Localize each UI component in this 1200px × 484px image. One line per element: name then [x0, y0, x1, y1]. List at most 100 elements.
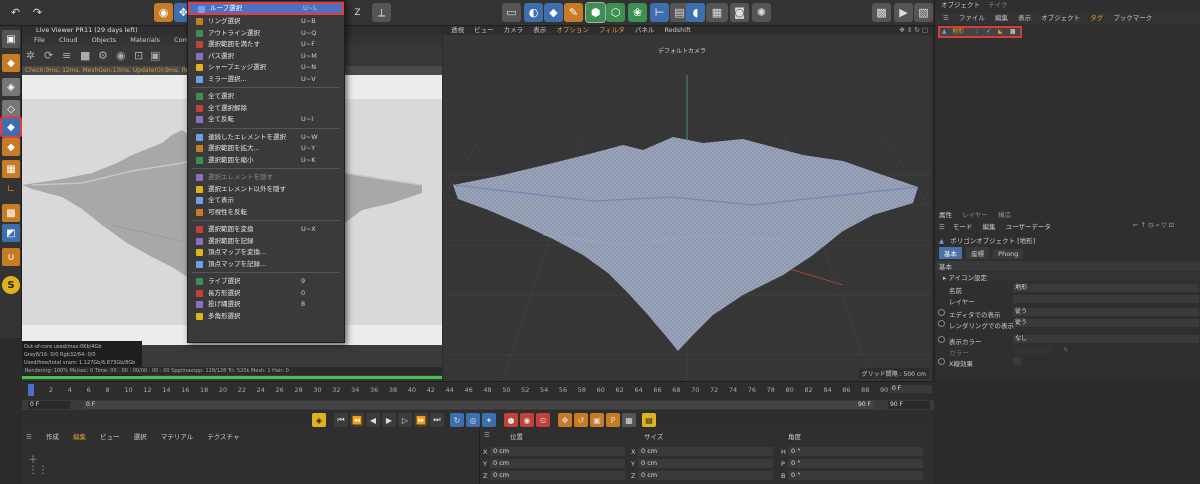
prev-frame-icon[interactable]: ◀ [366, 413, 380, 427]
auto-key-icon[interactable]: ◉ [520, 413, 534, 427]
menu-item[interactable]: ループ選択 U~L [188, 2, 344, 15]
pla-key-icon[interactable]: ▦ [622, 413, 636, 427]
om-menu-tag[interactable]: タグ [1090, 14, 1103, 22]
start-frame-field[interactable]: 0 F [28, 401, 70, 409]
menu-item[interactable]: 選択範囲を変換 U~X [188, 224, 344, 235]
attr-menu-edit[interactable]: 編集 [982, 223, 995, 231]
pen-icon[interactable]: ✎ [564, 3, 583, 22]
layer-field[interactable] [1013, 295, 1199, 303]
vp-menu-view[interactable]: ビュー [474, 26, 494, 34]
key-select-icon[interactable]: ⊙ [536, 413, 550, 427]
magnet-icon[interactable]: ∪ [2, 248, 20, 266]
mat-menu-select[interactable]: 選択 [134, 433, 147, 441]
visibility-dots-icon[interactable]: ⁝ [976, 28, 978, 36]
menu-item[interactable]: 選択範囲を縮小 U~K [188, 155, 344, 166]
om-menu-edit[interactable]: 編集 [995, 14, 1008, 22]
timeline-ruler[interactable]: 0246810121416182022242628303234363840424… [28, 384, 890, 396]
rot-h-field[interactable]: 0 ° [788, 447, 923, 456]
lv-menu-materials[interactable]: Materials [130, 36, 160, 44]
size-z-field[interactable]: 0 cm [638, 471, 773, 480]
mat-menu-view[interactable]: ビュー [100, 433, 120, 441]
subtab-phong[interactable]: Phong [993, 249, 1024, 259]
attr-menu-mode[interactable]: モード [953, 223, 973, 231]
mat-menu-edit[interactable]: 編集 [73, 433, 86, 441]
tab-takes[interactable]: テイク [988, 1, 1007, 9]
vp-menu-options[interactable]: オプション [556, 26, 589, 34]
vp-menu-panel[interactable]: パネル [635, 26, 655, 34]
clone-icon[interactable]: ▣ [150, 49, 160, 62]
rot-p-field[interactable]: 0 ° [788, 459, 923, 468]
lock-icon[interactable]: ⊡ [134, 49, 143, 62]
axis-mode-icon[interactable]: ∟ [2, 180, 20, 198]
size-x-field[interactable]: 0 cm [638, 447, 773, 456]
attr-menu-icon[interactable]: ☰ [939, 223, 945, 231]
make-editable-icon[interactable]: ▣ [2, 30, 20, 48]
menu-item[interactable]: 全て反転 U~I [188, 114, 344, 125]
motion-icon[interactable]: ✦ [482, 413, 496, 427]
end-frame-field[interactable]: 90 F [888, 401, 930, 409]
keyframe-record-icon[interactable]: ◈ [312, 413, 326, 427]
menu-item[interactable]: 選択範囲を拡大... U~Y [188, 143, 344, 154]
menu-item[interactable]: 選択範囲を満たす U~F [188, 39, 344, 50]
layers-icon[interactable]: ≡ [62, 49, 71, 62]
menu-item[interactable]: 全て表示 [188, 195, 344, 206]
coord-system-icon[interactable]: ⟂ [372, 3, 391, 22]
vp-menu-display[interactable]: 表示 [533, 26, 546, 34]
go-end-icon[interactable]: ⏭ [430, 413, 444, 427]
menu-item[interactable]: 選択エレメントを隠す [188, 172, 344, 183]
vp-menu-perspective[interactable]: 透視 [451, 26, 464, 34]
object-row-terrain[interactable]: ▲ 地形 ⁝ ✓ ◣ ▩ [938, 26, 1022, 38]
grid-view-icon[interactable]: ⋮⋮ [28, 465, 48, 476]
menu-item[interactable]: 可視性を反転 [188, 207, 344, 218]
tab-layers[interactable]: レイヤー [962, 211, 988, 219]
attr-group-icon-settings[interactable]: ▸ アイコン設定 [935, 272, 1200, 282]
mat-menu-texture[interactable]: テクスチャ [207, 433, 239, 441]
viewport-3d[interactable]: デフォルトカメラ グリッド間隔 : 500 cm [322, 35, 1044, 382]
param-key-icon[interactable]: P [606, 413, 620, 427]
render-visibility-radio[interactable] [938, 320, 945, 327]
menu-item[interactable]: シャープエッジ選択 U~N [188, 62, 344, 73]
mat-menu-create[interactable]: 作成 [46, 433, 59, 441]
menu-item[interactable]: 長方形選択 0 [188, 288, 344, 299]
scene-icon[interactable]: ▦ [706, 3, 728, 22]
refresh-icon[interactable]: ⟳ [44, 49, 53, 62]
menu-item[interactable]: リング選択 U~B [188, 16, 344, 27]
nav-icons[interactable]: ✥ ⇕ ↻ ▢ [899, 26, 928, 35]
subtab-basic[interactable]: 基本 [939, 247, 962, 259]
om-menu-object[interactable]: オブジェクト [1041, 14, 1080, 22]
lv-menu-objects[interactable]: Objects [92, 36, 117, 44]
tab-attributes[interactable]: 属性 [939, 211, 952, 219]
render-view-icon[interactable]: ◐ [524, 3, 543, 22]
attr-menu-userdata[interactable]: ユーザーデータ [1006, 223, 1051, 231]
display-color-radio[interactable] [938, 336, 945, 343]
xray-radio[interactable] [938, 358, 945, 365]
cube-icon[interactable]: ◆ [544, 3, 563, 22]
next-key-icon[interactable]: ⏩ [414, 413, 428, 427]
vp-menu-redshift[interactable]: Redshift [664, 26, 690, 34]
settings-icon[interactable]: ⚙ [98, 49, 108, 62]
menu-item[interactable]: パス選択 U~M [188, 51, 344, 62]
render-region-icon[interactable]: ▭ [502, 3, 521, 22]
name-field[interactable]: 地形 [1013, 284, 1199, 292]
rot-key-icon[interactable]: ↺ [574, 413, 588, 427]
subdivision-icon[interactable]: ⬢ [585, 2, 606, 23]
play-icon[interactable]: ▶ [382, 413, 396, 427]
rot-b-field[interactable]: 0 ° [788, 471, 923, 480]
menu-item[interactable]: 多角形選択 [188, 311, 344, 322]
playhead[interactable] [28, 384, 34, 396]
om-menu-view[interactable]: 表示 [1018, 14, 1031, 22]
go-start-icon[interactable]: ⏮ [334, 413, 348, 427]
editor-visibility-radio[interactable] [938, 309, 945, 316]
menu-item[interactable]: 頂点マップを変換... [188, 247, 344, 258]
texture-mode-icon[interactable]: ◈ [2, 78, 20, 96]
lv-menu-file[interactable]: File [34, 36, 45, 44]
render-settings-icon[interactable]: ▩ [872, 3, 891, 22]
pos-x-field[interactable]: 0 cm [490, 447, 625, 456]
color-swatch[interactable] [1013, 346, 1053, 354]
check-icon[interactable]: ✓ [986, 28, 991, 36]
light-icon[interactable]: ✺ [752, 3, 771, 22]
workplane-icon[interactable]: ◇ [2, 100, 20, 118]
xray-checkbox[interactable] [1013, 357, 1021, 365]
material-tag-icon[interactable]: ▩ [1010, 28, 1016, 36]
menu-item[interactable]: ライブ選択 9 [188, 276, 344, 287]
